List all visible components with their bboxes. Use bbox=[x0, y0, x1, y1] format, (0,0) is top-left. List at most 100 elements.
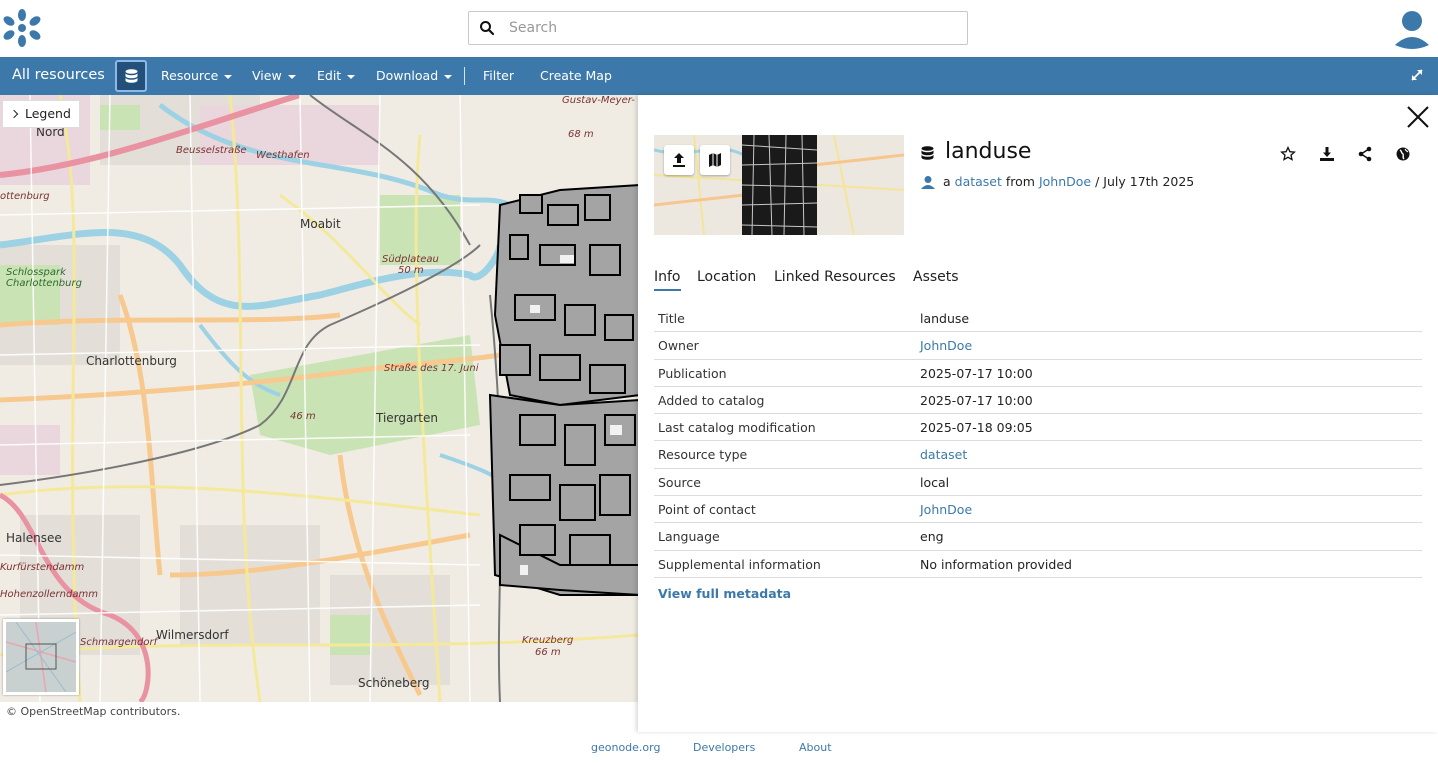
search-input[interactable] bbox=[509, 12, 949, 44]
row-value: eng bbox=[920, 529, 944, 545]
resource-menu-label: Resource bbox=[161, 68, 219, 83]
search-box[interactable] bbox=[468, 11, 968, 45]
share-icon[interactable] bbox=[1357, 146, 1373, 162]
map-label-elevation-50: 50 m bbox=[398, 265, 424, 276]
table-row: Source local bbox=[654, 469, 1422, 497]
row-value: local bbox=[920, 474, 950, 490]
map-label-kreuzberg: Kreuzberg bbox=[522, 635, 574, 646]
chevron-down-icon bbox=[287, 74, 296, 79]
point-of-contact-link[interactable]: JohnDoe bbox=[920, 502, 972, 517]
chevron-down-icon bbox=[444, 74, 453, 79]
row-value: 2025-07-17 10:00 bbox=[920, 392, 1033, 408]
resource-menu[interactable]: Resource bbox=[161, 68, 233, 83]
map-basemap bbox=[0, 95, 640, 702]
row-key: Point of contact bbox=[658, 502, 756, 518]
legend-label: Legend bbox=[25, 106, 71, 121]
fullscreen-icon[interactable] bbox=[1410, 68, 1424, 82]
footer-link-about[interactable]: About bbox=[799, 741, 832, 754]
owner-link[interactable]: JohnDoe bbox=[1039, 174, 1091, 189]
resource-type-link[interactable]: dataset bbox=[955, 174, 1002, 189]
map-label-halensee: Halensee bbox=[6, 531, 62, 545]
resource-detail-panel: landuse a dataset from JohnDoe / July 17… bbox=[638, 95, 1438, 732]
table-row: Publication 2025-07-17 10:00 bbox=[654, 360, 1422, 387]
row-key: Source bbox=[658, 474, 701, 490]
table-row: Last catalog modification 2025-07-18 09:0… bbox=[654, 414, 1422, 442]
row-key: Language bbox=[658, 529, 720, 545]
geonode-logo-icon[interactable] bbox=[2, 8, 42, 48]
edit-menu-label: Edit bbox=[317, 68, 342, 83]
globe-icon[interactable] bbox=[1395, 146, 1411, 162]
edit-menu[interactable]: Edit bbox=[317, 68, 356, 83]
map-label-beusselstrasse: Beusselstraße bbox=[176, 145, 247, 156]
view-menu-label: View bbox=[252, 68, 282, 83]
filter-button[interactable]: Filter bbox=[483, 68, 514, 83]
database-icon bbox=[921, 146, 934, 160]
view-full-metadata-link[interactable]: View full metadata bbox=[658, 586, 791, 601]
map-thumbnail-button[interactable] bbox=[700, 145, 730, 175]
view-menu[interactable]: View bbox=[252, 68, 296, 83]
map-label-wilmersdorf: Wilmersdorf bbox=[156, 628, 229, 642]
database-icon bbox=[125, 69, 138, 83]
download-menu-label: Download bbox=[376, 68, 439, 83]
upload-icon bbox=[673, 153, 685, 167]
user-avatar-icon[interactable] bbox=[1394, 9, 1430, 49]
row-key: Supplemental information bbox=[658, 556, 821, 572]
row-key: Publication bbox=[658, 365, 727, 381]
row-value: No information provided bbox=[920, 556, 1072, 572]
row-value: 2025-07-18 09:05 bbox=[920, 420, 1033, 436]
tab-location[interactable]: Location bbox=[697, 269, 756, 285]
star-icon[interactable] bbox=[1280, 146, 1296, 162]
tab-assets[interactable]: Assets bbox=[913, 269, 959, 285]
map-label-ottenburg: ottenburg bbox=[0, 191, 50, 202]
upload-thumbnail-button[interactable] bbox=[664, 145, 694, 175]
legend-toggle-button[interactable]: Legend bbox=[2, 100, 80, 128]
map-label-moabit: Moabit bbox=[300, 217, 341, 231]
map-label-schlosspark: Schlosspark Charlottenburg bbox=[6, 267, 82, 289]
table-row: Added to catalog 2025-07-17 10:00 bbox=[654, 387, 1422, 415]
table-row: Owner JohnDoe bbox=[654, 332, 1422, 360]
owner-value-link[interactable]: JohnDoe bbox=[920, 338, 972, 353]
row-key: Owner bbox=[658, 338, 699, 354]
toolbar-divider bbox=[464, 67, 465, 85]
row-value: 2025-07-17 10:00 bbox=[920, 365, 1033, 381]
row-key: Resource type bbox=[658, 447, 748, 463]
map-label-suedplateau: Südplateau bbox=[382, 254, 439, 265]
tab-info[interactable]: Info bbox=[654, 269, 681, 291]
resource-title: landuse bbox=[945, 139, 1032, 164]
chevron-down-icon bbox=[224, 74, 233, 79]
resource-byline: a dataset from JohnDoe / July 17th 2025 bbox=[921, 174, 1194, 190]
tab-linked-resources[interactable]: Linked Resources bbox=[774, 269, 896, 285]
map-label-schoeneberg: Schöneberg bbox=[358, 676, 430, 690]
map-label-kurfuerstendamm: Kurfürstendamm bbox=[0, 562, 85, 573]
resource-type-value-link[interactable]: dataset bbox=[920, 447, 967, 462]
resource-date: / July 17th 2025 bbox=[1095, 174, 1195, 189]
download-icon[interactable] bbox=[1319, 146, 1335, 162]
overview-minimap[interactable] bbox=[3, 619, 79, 695]
row-key: Title bbox=[658, 311, 685, 326]
resource-thumbnail bbox=[654, 135, 904, 235]
row-value: landuse bbox=[920, 311, 970, 326]
close-icon[interactable] bbox=[1406, 105, 1430, 129]
map-label-schmargendorf: Schmargendorf bbox=[80, 637, 158, 648]
byline-prefix: a bbox=[942, 174, 951, 189]
header bbox=[0, 0, 1438, 57]
row-key: Last catalog modification bbox=[658, 420, 816, 436]
map-label-elevation-46: 46 m bbox=[290, 411, 316, 422]
footer-link-developers[interactable]: Developers bbox=[693, 741, 755, 754]
footer-link-geonode[interactable]: geonode.org bbox=[591, 741, 660, 754]
map-label-tiergarten: Tiergarten bbox=[376, 411, 438, 425]
table-row: Resource type dataset bbox=[654, 441, 1422, 469]
create-map-button[interactable]: Create Map bbox=[540, 68, 612, 83]
table-row: Point of contact JohnDoe bbox=[654, 496, 1422, 524]
map-label-westhafen: Westhafen bbox=[256, 150, 310, 161]
toolbar-title[interactable]: All resources bbox=[12, 67, 105, 83]
map-attribution: © OpenStreetMap contributors. bbox=[6, 705, 181, 718]
map-view[interactable]: Moabit Charlottenburg Tiergarten Halense… bbox=[0, 95, 640, 702]
map-icon bbox=[709, 153, 721, 167]
row-key: Added to catalog bbox=[658, 392, 765, 408]
search-icon bbox=[480, 21, 495, 36]
chevron-right-icon bbox=[9, 109, 19, 118]
table-row: Title landuse bbox=[654, 305, 1422, 333]
download-menu[interactable]: Download bbox=[376, 68, 453, 83]
dataset-type-button[interactable] bbox=[115, 60, 147, 92]
